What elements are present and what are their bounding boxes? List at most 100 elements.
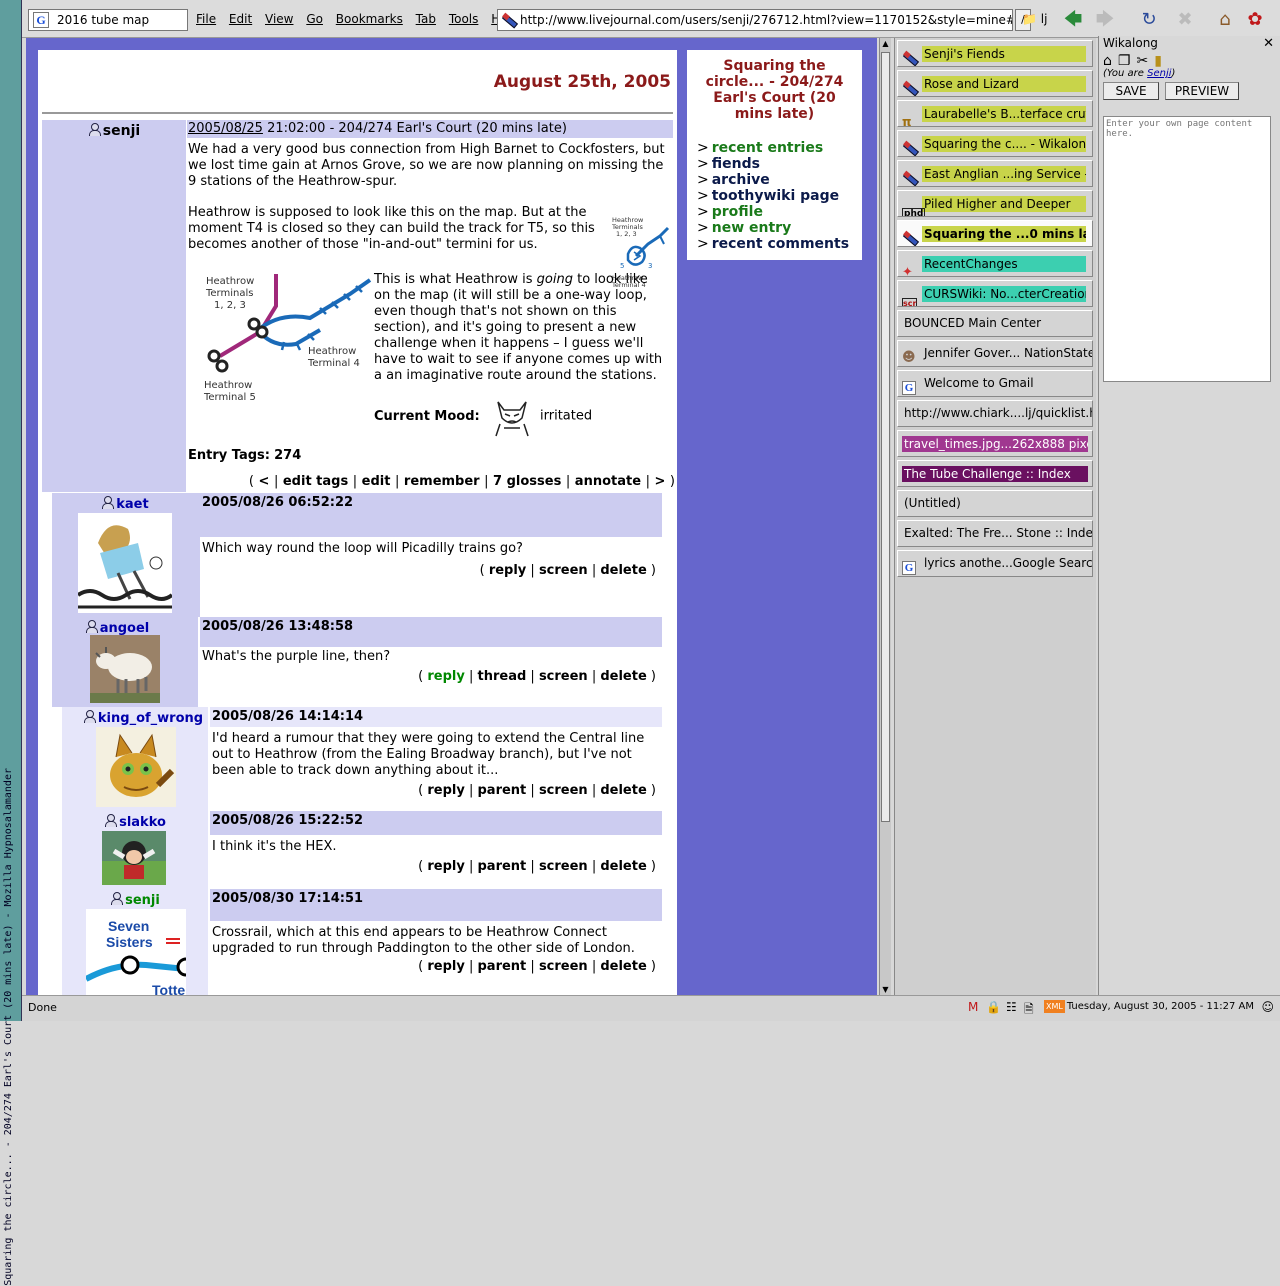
tab-10[interactable]: BOUNCED Main Center: [897, 310, 1093, 337]
menu-tab[interactable]: Tab: [416, 12, 436, 26]
scrollbar-thumb[interactable]: [881, 52, 890, 822]
scroll-down-arrow-icon[interactable]: ▼: [880, 984, 891, 995]
reload-icon[interactable]: ↻: [1138, 10, 1160, 30]
tab-18[interactable]: Glyrics anothe...Google Search: [897, 550, 1093, 577]
poster-username[interactable]: senji: [103, 123, 140, 139]
screen-link[interactable]: screen: [539, 959, 588, 974]
user-icon[interactable]: [110, 892, 124, 905]
delete-link[interactable]: delete: [600, 783, 646, 798]
tab-13[interactable]: http://www.chiark....lj/quicklist.html: [897, 400, 1093, 427]
delete-link[interactable]: delete: [600, 563, 646, 578]
close-icon[interactable]: ✕: [1263, 36, 1274, 51]
tab-7[interactable]: Squaring the ...0 mins late): [897, 220, 1093, 247]
menu-bookmarks[interactable]: Bookmarks: [336, 12, 403, 26]
reply-link[interactable]: reply: [427, 783, 464, 798]
menu-edit[interactable]: Edit: [229, 12, 252, 26]
tab-12[interactable]: G Welcome to Gmail: [897, 370, 1093, 397]
menu-go[interactable]: Go: [306, 12, 323, 26]
annotate-link[interactable]: annotate: [575, 474, 641, 489]
tools-icon[interactable]: ✂: [1136, 53, 1154, 69]
pi-icon: π: [902, 115, 912, 127]
google-search-field[interactable]: G 2016 tube map: [28, 9, 188, 31]
parent-link[interactable]: parent: [478, 783, 527, 798]
nav-recent-entries[interactable]: recent entries: [712, 140, 823, 156]
tab-9[interactable]: scr CURSWiki: No...cterCreation: [897, 280, 1093, 307]
tab-16[interactable]: (Untitled): [897, 490, 1093, 517]
window-title-bar[interactable]: Squaring the circle... - 204/274 Earl's …: [0, 0, 22, 1286]
next-entry-link[interactable]: >: [654, 474, 665, 489]
thread-link[interactable]: thread: [478, 669, 527, 684]
user-icon[interactable]: [88, 123, 101, 136]
delete-link[interactable]: delete: [600, 859, 646, 874]
forward-arrow-icon[interactable]: 🡆: [1094, 10, 1116, 30]
reply-link[interactable]: reply: [489, 563, 526, 578]
wikalong-content-field[interactable]: [1103, 116, 1271, 382]
package-icon[interactable]: ❐: [1118, 53, 1137, 69]
rss-xml-icon[interactable]: XML: [1044, 1000, 1065, 1013]
stop-icon[interactable]: ✖: [1174, 10, 1196, 30]
tag-274-link[interactable]: 274: [274, 448, 301, 463]
url-field[interactable]: http://www.livejournal.com/users/senji/2…: [497, 9, 1013, 31]
save-button[interactable]: SAVE: [1103, 82, 1159, 100]
scroll-up-arrow-icon[interactable]: ▲: [880, 38, 891, 49]
parent-link[interactable]: parent: [478, 859, 527, 874]
nav-recent-comments[interactable]: recent comments: [712, 236, 849, 252]
nav-fiends[interactable]: fiends: [712, 156, 760, 172]
screen-link[interactable]: screen: [539, 563, 588, 578]
tab-6[interactable]: phdPiled Higher and Deeper: [897, 190, 1093, 217]
comment-author[interactable]: angoel: [44, 620, 190, 636]
screen-link[interactable]: screen: [539, 783, 588, 798]
home-icon[interactable]: ⌂: [1214, 10, 1236, 30]
parent-link[interactable]: parent: [478, 959, 527, 974]
tab-1[interactable]: Senji's Fiends: [897, 40, 1093, 67]
user-icon[interactable]: [104, 814, 118, 827]
comment-author[interactable]: slakko: [62, 814, 208, 830]
tab-3[interactable]: π Laurabelle's B...terface cruft: [897, 100, 1093, 127]
prev-entry-link[interactable]: <: [259, 474, 270, 489]
screen-link[interactable]: screen: [539, 859, 588, 874]
tab-2[interactable]: Rose and Lizard: [897, 70, 1093, 97]
user-icon[interactable]: [83, 710, 96, 723]
home-icon[interactable]: ⌂: [1103, 53, 1118, 69]
tab-14[interactable]: travel_times.jpg...262x888 pixels): [897, 430, 1093, 457]
preview-button[interactable]: PREVIEW: [1165, 82, 1239, 100]
remember-link[interactable]: remember: [404, 474, 480, 489]
mozilla-logo-icon[interactable]: ✿: [1244, 10, 1266, 30]
menu-tools[interactable]: Tools: [449, 12, 479, 26]
comment-author[interactable]: senji: [62, 892, 208, 908]
comment-author[interactable]: king_of_wrong: [70, 710, 216, 726]
tab-8[interactable]: ✦ RecentChanges: [897, 250, 1093, 277]
page-scrollbar[interactable]: ▲ ▼: [879, 38, 891, 995]
tab-17[interactable]: Exalted: The Fre... Stone :: Index: [897, 520, 1093, 547]
entry-date-link[interactable]: 2005/08/25: [188, 121, 263, 136]
user-icon[interactable]: [101, 496, 115, 509]
tab-11[interactable]: ☻ Jennifer Gover... NationStates: [897, 340, 1093, 367]
screen-link[interactable]: screen: [539, 669, 588, 684]
menu-view[interactable]: View: [265, 12, 293, 26]
glosses-link[interactable]: 7 glosses: [493, 474, 561, 489]
reply-link[interactable]: reply: [427, 669, 464, 684]
comment-author[interactable]: kaet: [52, 496, 198, 512]
tab-4[interactable]: Squaring the c.... - Wikalong: [897, 130, 1093, 157]
nav-new-entry[interactable]: new entry: [712, 220, 791, 236]
edit-link[interactable]: edit: [362, 474, 391, 489]
tab-15[interactable]: The Tube Challenge :: Index: [897, 460, 1093, 487]
tags-label: Entry Tags:: [188, 448, 270, 463]
edit-tags-link[interactable]: edit tags: [283, 474, 348, 489]
nav-toothywiki-page[interactable]: toothywiki page: [712, 188, 839, 204]
reply-link[interactable]: reply: [427, 959, 464, 974]
tab-5[interactable]: East Anglian ...ing Service -: [897, 160, 1093, 187]
delete-link[interactable]: delete: [600, 959, 646, 974]
bookmark-folder-lj[interactable]: 📁 lj: [1022, 12, 1047, 26]
nav-archive[interactable]: archive: [712, 172, 770, 188]
book-icon[interactable]: ▮: [1154, 53, 1168, 69]
nav-profile[interactable]: profile: [712, 204, 763, 220]
user-icon[interactable]: [85, 620, 98, 633]
mail-icon[interactable]: M: [968, 1000, 978, 1016]
back-arrow-icon[interactable]: 🡄: [1062, 10, 1084, 30]
delete-link[interactable]: delete: [600, 669, 646, 684]
pen-icon: [902, 80, 918, 96]
wikalong-user-link[interactable]: Senji: [1147, 68, 1171, 79]
menu-file[interactable]: File: [196, 12, 216, 26]
reply-link[interactable]: reply: [427, 859, 464, 874]
